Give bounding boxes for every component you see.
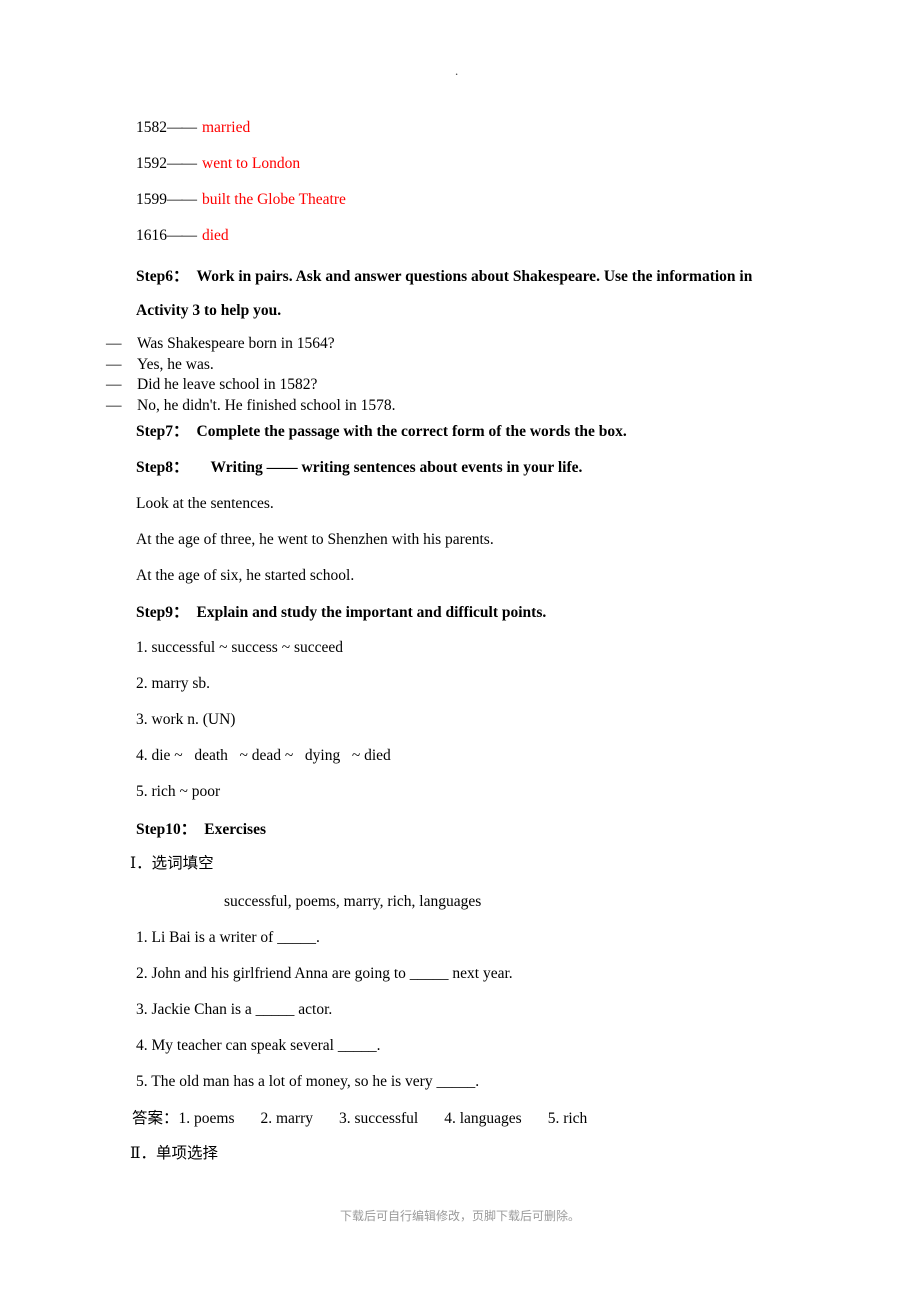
timeline-event: married	[202, 119, 251, 136]
exercise-word-box: successful, poems, marry, rich, language…	[224, 893, 482, 910]
step6-heading-line2: Activity 3 to help you.	[136, 300, 281, 322]
exercise-section-2-title: Ⅱ．单项选择	[130, 1145, 219, 1162]
timeline-dash: ——	[167, 119, 197, 136]
step6-heading: Step6： Work in pairs. Ask and answer ques…	[136, 266, 836, 288]
dialogue-line: — Yes, he was.	[106, 355, 726, 376]
dialogue-text: Yes, he was.	[137, 355, 214, 373]
writing-example-sentence: At the age of three, he went to Shenzhen…	[136, 531, 494, 548]
timeline-row: 1592—— went to London	[136, 154, 736, 190]
writing-lead-text: Look at the sentences.	[136, 495, 274, 512]
language-point-item: 2. marry sb.	[136, 675, 211, 692]
shakespeare-timeline: 1582—— married 1592—— went to London 1599—…	[136, 118, 736, 262]
step8-label: Step8：	[136, 459, 189, 476]
timeline-row: 1616—— died	[136, 226, 736, 262]
dialogue-line: — No, he didn't. He finished school in 15…	[106, 396, 726, 417]
dialogue-text: Did he leave school in 1582?	[137, 376, 318, 393]
em-dash-icon: —	[106, 335, 122, 352]
timeline-year: 1582	[136, 119, 167, 136]
timeline-event: died	[202, 227, 229, 244]
page-footer-note: 下载后可自行编辑修改，页脚下载后可删除。	[339, 1209, 580, 1223]
answer-item: 5. rich	[547, 1110, 588, 1127]
timeline-dash: ——	[167, 227, 197, 244]
timeline-event: went to London	[202, 155, 301, 172]
exercise-question: 5. The old man has a lot of money, so he…	[136, 1073, 480, 1090]
answer-item: 2. marry	[260, 1110, 313, 1127]
step7-text: Complete the passage with the correct fo…	[196, 423, 627, 440]
step9-text: Explain and study the important and diff…	[196, 604, 547, 621]
em-dash-icon: —	[106, 355, 122, 373]
step7-label: Step7：	[136, 423, 189, 440]
exercise-section-1-title: Ⅰ．选词填空	[130, 855, 214, 872]
step7-heading: Step7： Complete the passage with the corr…	[136, 421, 627, 443]
dialogue-text: No, he didn't. He finished school in 157…	[137, 396, 396, 414]
em-dash-icon: —	[106, 396, 122, 414]
answer-item: 4. languages	[444, 1110, 522, 1127]
language-point-item: 5. rich ~ poor	[136, 783, 221, 800]
language-point-item: 3. work n. (UN)	[136, 711, 236, 728]
step10-text: Exercises	[204, 821, 266, 838]
answers-label: 答案：	[132, 1110, 179, 1127]
dialogue-line: — Did he leave school in 1582?	[106, 375, 726, 396]
language-point-item: 1. successful ~ success ~ succeed	[136, 639, 344, 656]
answer-item: 3. successful	[339, 1110, 419, 1127]
step10-heading: Step10： Exercises	[136, 819, 266, 841]
timeline-row: 1582—— married	[136, 118, 736, 154]
step10-label: Step10：	[136, 821, 197, 838]
exercise-question: 3. Jackie Chan is a _____ actor.	[136, 1001, 333, 1018]
timeline-event: built the Globe Theatre	[202, 191, 346, 208]
em-dash-icon: —	[106, 376, 122, 393]
dialogue-block: — Was Shakespeare born in 1564? — Yes, he …	[106, 334, 726, 416]
step8-text: Writing —— writing sentences about event…	[210, 459, 583, 476]
step6-line2: Activity 3 to help you.	[136, 302, 282, 319]
dialogue-text: Was Shakespeare born in 1564?	[137, 335, 335, 352]
exercise-question: 2. John and his girlfriend Anna are goin…	[136, 965, 513, 982]
writing-example-sentence: At the age of six, he started school.	[136, 567, 355, 584]
step6-line1: Work in pairs. Ask and answer questions …	[196, 268, 753, 285]
timeline-dash: ——	[167, 191, 197, 208]
step6-label: Step6：	[136, 268, 189, 285]
step9-label: Step9：	[136, 604, 189, 621]
answer-item: 1. poems	[178, 1110, 235, 1127]
top-page-mark: .	[455, 63, 459, 78]
timeline-year: 1616	[136, 227, 167, 244]
dialogue-line: — Was Shakespeare born in 1564?	[106, 334, 726, 355]
exercise-question: 1. Li Bai is a writer of _____.	[136, 929, 320, 946]
exercise-answers-line: 答案：1. poems 2. marry 3. successful 4. langu…	[132, 1108, 587, 1130]
step8-heading: Step8： Writing —— writing sentences about…	[136, 457, 582, 479]
language-point-item: 4. die ~ death ~ dead ~ dying ~ died	[136, 747, 391, 764]
timeline-year: 1592	[136, 155, 167, 172]
timeline-row: 1599—— built the Globe Theatre	[136, 190, 736, 226]
step9-heading: Step9： Explain and study the important an…	[136, 602, 546, 624]
document-page: . 1582—— married 1592—— went to London 159…	[0, 0, 920, 1302]
exercise-question: 4. My teacher can speak several _____.	[136, 1037, 381, 1054]
timeline-dash: ——	[167, 155, 197, 172]
timeline-year: 1599	[136, 191, 167, 208]
